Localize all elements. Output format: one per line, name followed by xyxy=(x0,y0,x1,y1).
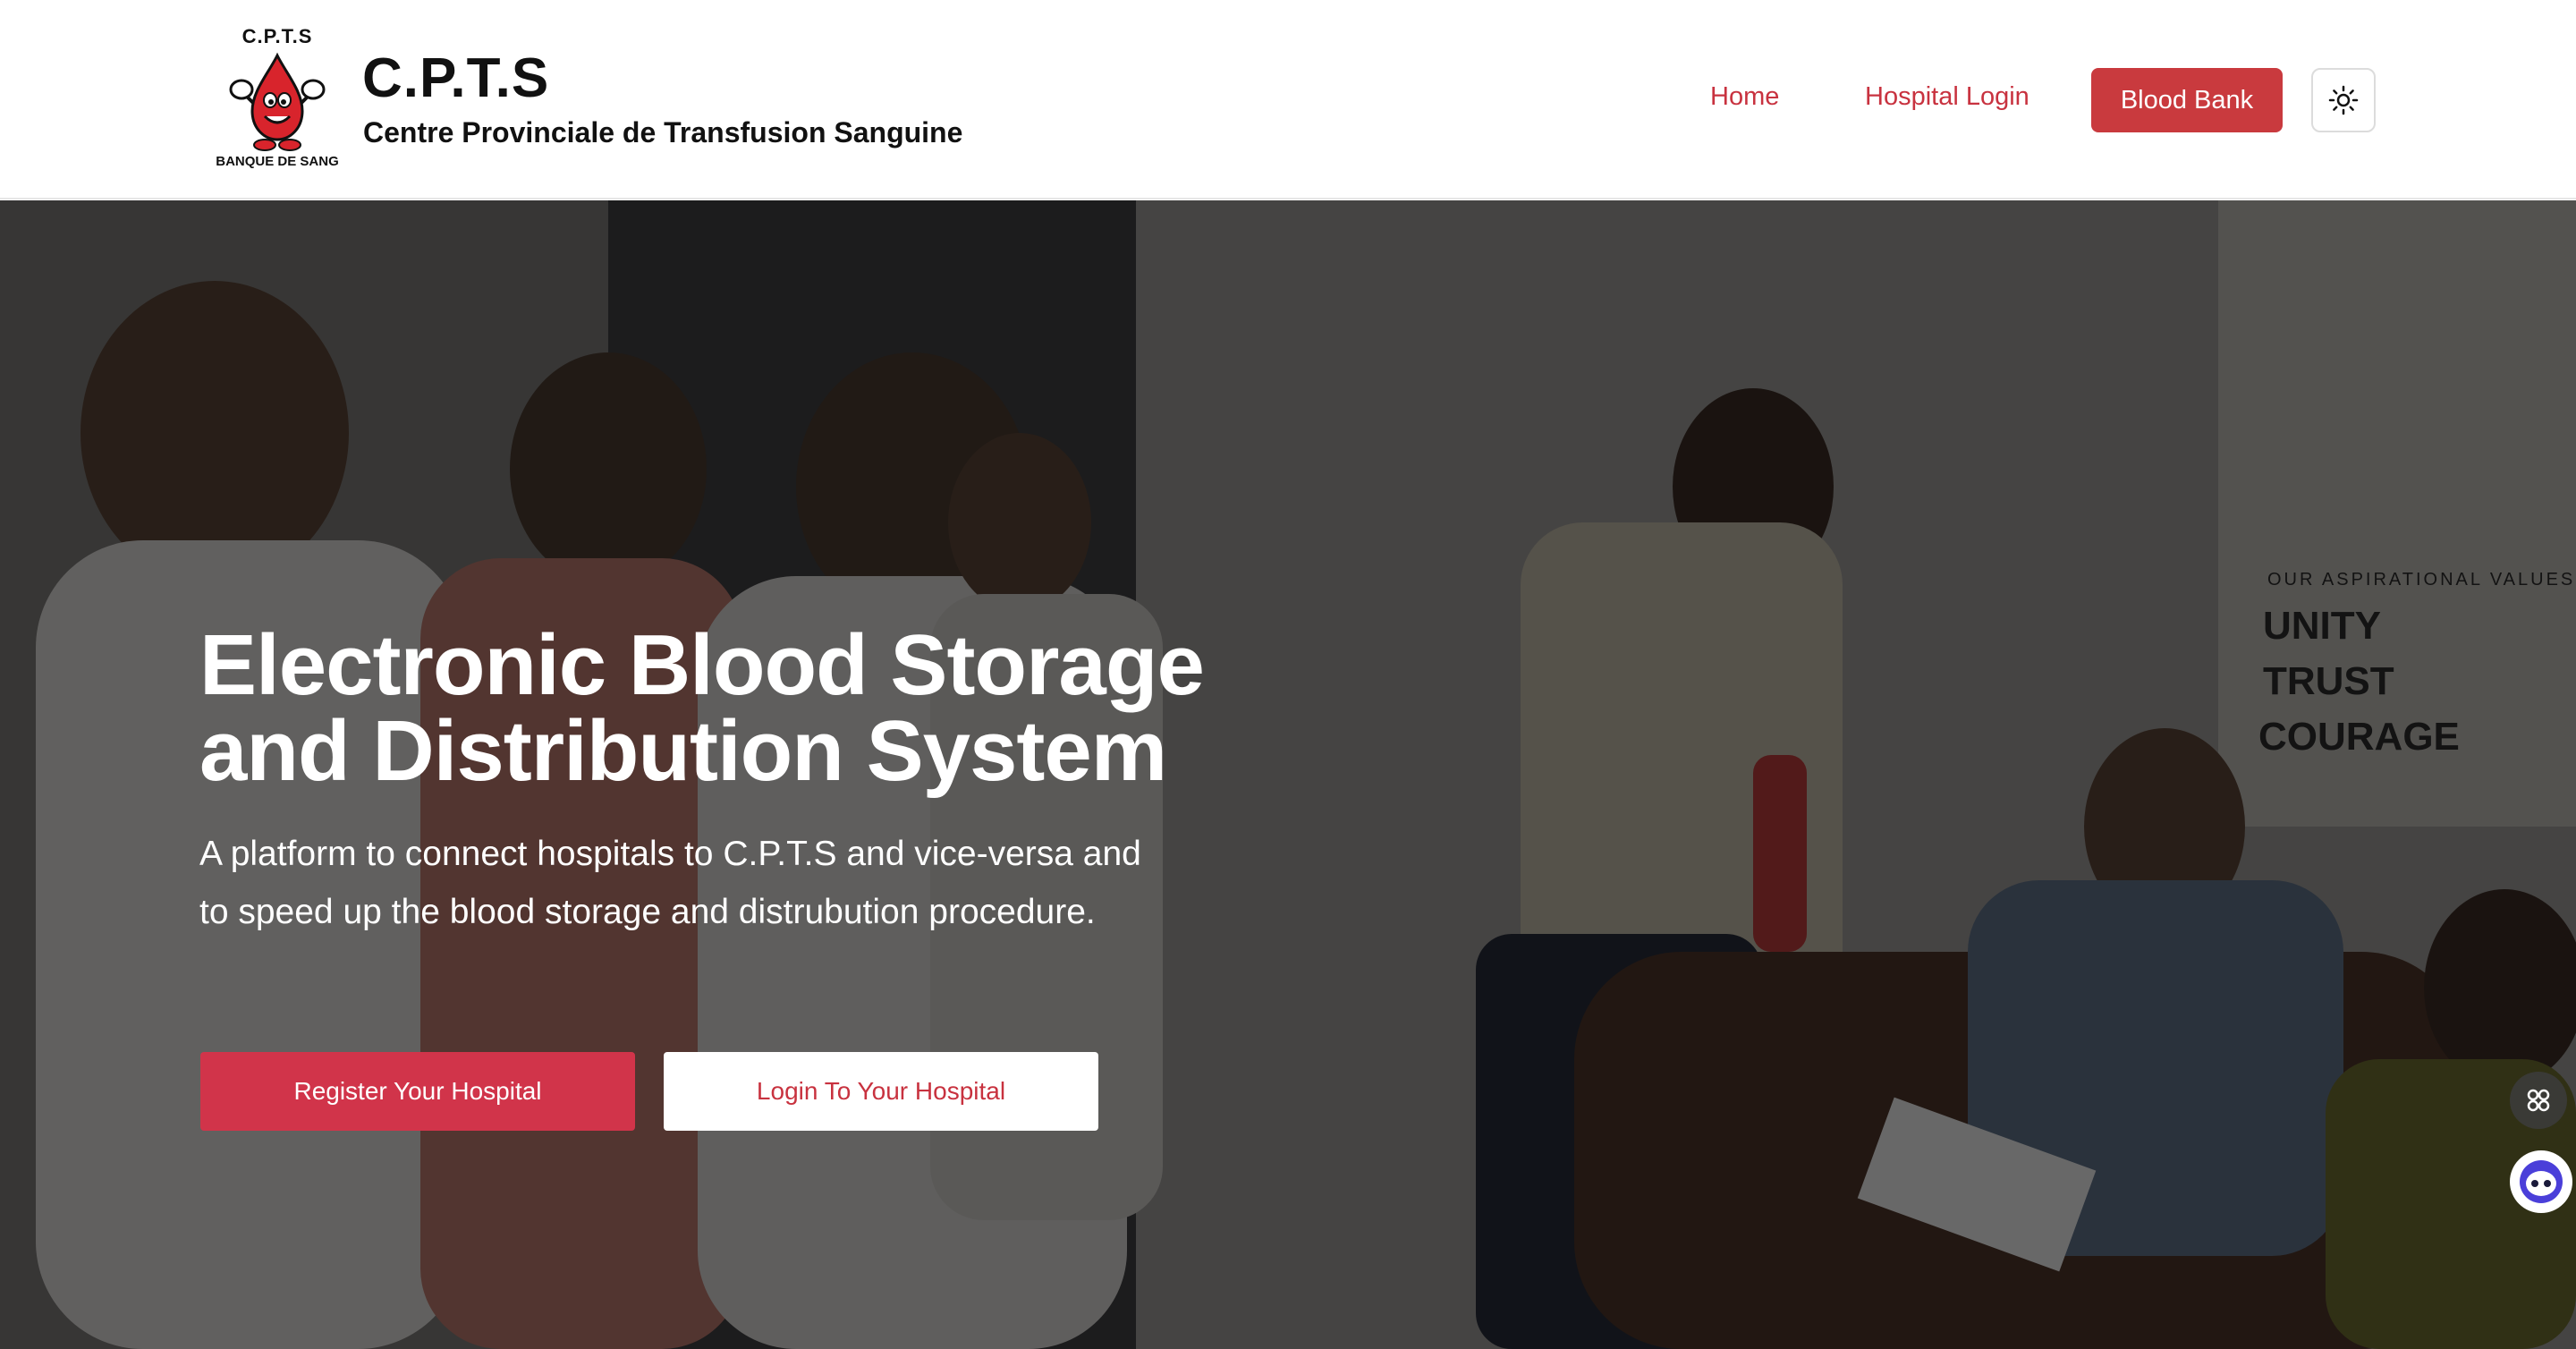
site-header: C.P.T.S BANQUE DE SANG C.P.T.S Centre Pr… xyxy=(0,0,2576,199)
brand-title: C.P.T.S xyxy=(362,47,550,109)
command-icon xyxy=(2527,1089,2550,1112)
hero-title: Electronic Blood Storage and Distributio… xyxy=(199,617,1205,799)
nav-hospital-login-link[interactable]: Hospital Login xyxy=(1865,82,2029,112)
register-hospital-button[interactable]: Register Your Hospital xyxy=(200,1052,635,1131)
blood-drop-mascot-icon xyxy=(229,52,326,151)
theme-toggle-button[interactable] xyxy=(2311,68,2376,132)
command-widget-button[interactable] xyxy=(2510,1072,2567,1129)
login-hospital-button[interactable]: Login To Your Hospital xyxy=(664,1052,1098,1131)
logo-bottom-text: BANQUE DE SANG xyxy=(216,154,339,169)
cpts-logo[interactable]: C.P.T.S BANQUE DE SANG xyxy=(208,23,347,175)
nav-blood-bank-button[interactable]: Blood Bank xyxy=(2091,68,2283,132)
brand-subtitle: Centre Provinciale de Transfusion Sangui… xyxy=(363,116,963,148)
assistant-bot-icon xyxy=(2520,1160,2563,1203)
logo-top-text: C.P.T.S xyxy=(242,25,313,47)
nav-home-link[interactable]: Home xyxy=(1710,82,1779,112)
sun-icon xyxy=(2328,85,2359,115)
hero-description: A platform to connect hospitals to C.P.T… xyxy=(199,835,1141,931)
hero-section: OUR ASPIRATIONAL VALUES UNITY TRUST COUR… xyxy=(0,200,2576,1349)
assistant-widget-button[interactable] xyxy=(2510,1150,2572,1213)
